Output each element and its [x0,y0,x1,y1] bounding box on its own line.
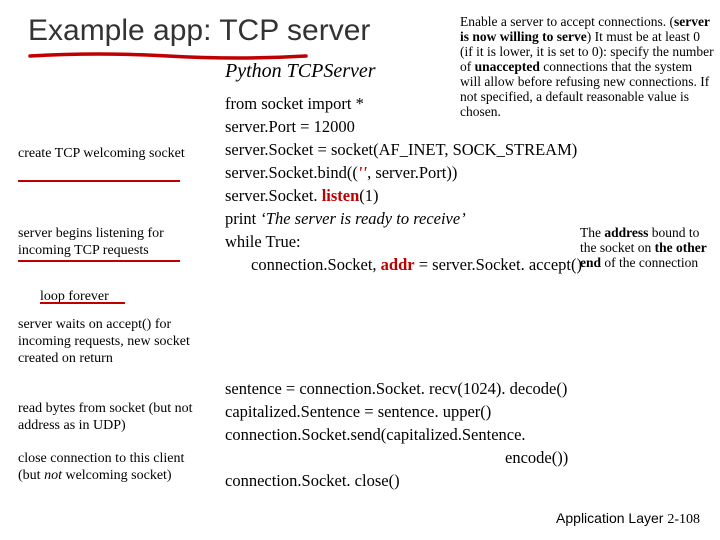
text: (1) [359,186,378,205]
note-addr-explain: The address bound to the socket on the o… [580,225,710,270]
code-line: connection.Socket, addr = server.Socket.… [225,253,582,276]
code-line: encode()) [225,446,568,469]
text: server.Socket.bind(( [225,163,358,182]
text-highlight: '' [358,163,367,182]
text-italic: not [44,468,62,483]
text: = server.Socket. accept() [415,255,582,274]
subtitle: Python TCPServer [225,60,376,83]
page-number: 2-108 [667,512,700,527]
text: Enable a server to accept connections. ( [460,14,674,29]
code-line: from socket import * [225,92,582,115]
text: connection.Socket, [251,255,381,274]
footer: Application Layer 2-108 [556,510,700,528]
text: welcoming socket) [62,468,172,483]
code-line: connection.Socket. close() [225,469,568,492]
text-bold: unaccepted [475,59,540,74]
code-line: server.Socket. listen(1) [225,184,582,207]
code-line: server.Socket = socket(AF_INET, SOCK_STR… [225,138,582,161]
text: of the connection [601,255,698,270]
text: print [225,209,260,228]
note-create-socket: create TCP welcoming socket [18,145,203,162]
code-line: print ‘The server is ready to receive’ [225,207,582,230]
slide-title: Example app: TCP server [28,14,370,48]
text: , server.Port)) [367,163,457,182]
text-highlight: addr [381,255,415,274]
footer-label: Application Layer [556,510,663,526]
text-string: ‘The server is ready to receive’ [260,209,465,228]
code-line: capitalized.Sentence = sentence. upper() [225,400,568,423]
code-line: server.Socket.bind(('', server.Port)) [225,161,582,184]
text-highlight: listen [322,186,360,205]
code-block-2: sentence = connection.Socket. recv(1024)… [225,377,568,492]
code-line: sentence = connection.Socket. recv(1024)… [225,377,568,400]
underline-icon [40,302,125,304]
note-read: read bytes from socket (but not address … [18,400,203,434]
text: server.Socket. [225,186,322,205]
slide: Example app: TCP server Python TCPServer… [0,0,720,540]
underline-icon [18,260,180,262]
text: The [580,225,604,240]
note-accept: server waits on accept() for incoming re… [18,316,203,367]
code-line: server.Port = 12000 [225,115,582,138]
text-bold: address [604,225,648,240]
code-line: connection.Socket.send(capitalized.Sente… [225,423,568,446]
code-line: while True: [225,230,582,253]
underline-icon [18,180,180,182]
note-listen: server begins listening for incoming TCP… [18,225,203,259]
title-wrap: Example app: TCP server [28,14,370,48]
code-block-1: from socket import * server.Port = 12000… [225,92,582,276]
note-close: close connection to this client (but not… [18,450,203,484]
